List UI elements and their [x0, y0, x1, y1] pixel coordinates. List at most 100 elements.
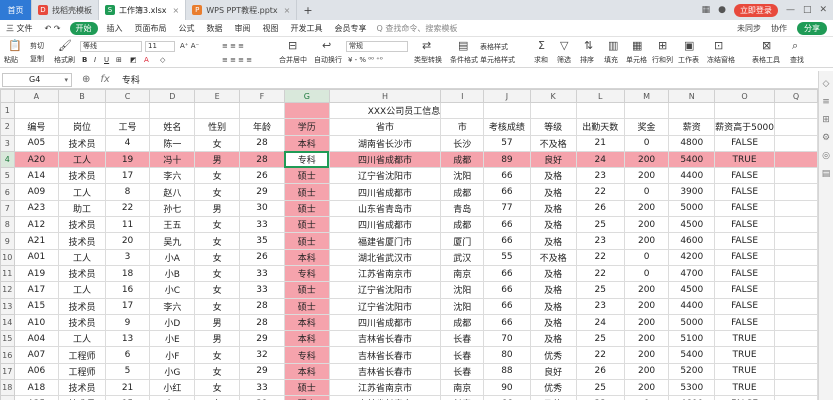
cell[interactable]: 女	[194, 346, 241, 364]
row-header[interactable]: 1	[0, 101, 15, 120]
cell[interactable]: A20	[13, 150, 60, 169]
cell[interactable]	[774, 281, 818, 299]
cell[interactable]: 李六	[149, 167, 196, 185]
cell[interactable]: 28	[239, 313, 285, 332]
zoom-search-icon[interactable]: ⊕	[82, 74, 90, 85]
column-header-f[interactable]: F	[239, 89, 285, 103]
sidebar-tool-icon[interactable]: ⚙	[819, 133, 833, 143]
cell[interactable]: 20	[104, 232, 151, 250]
row-header[interactable]: 5	[0, 167, 15, 185]
cell[interactable]	[774, 248, 818, 266]
cell[interactable]: 小H	[149, 395, 196, 400]
cell[interactable]: 青岛	[440, 199, 485, 218]
cell-button[interactable]: 单元格	[626, 55, 647, 65]
row-header[interactable]: 3	[0, 134, 15, 152]
cell[interactable]: 5000	[668, 199, 716, 218]
cell[interactable]: 26	[575, 362, 625, 381]
find-button[interactable]: 查找	[790, 55, 804, 65]
cell[interactable]: 200	[623, 346, 670, 364]
row-header[interactable]: 16	[0, 346, 15, 364]
cell[interactable]: 22	[575, 248, 625, 266]
cell[interactable]: 考核成绩	[483, 118, 531, 136]
cell[interactable]: 长春	[440, 330, 485, 348]
select-all-corner[interactable]	[0, 89, 15, 103]
font-size-select[interactable]: 11	[145, 41, 175, 52]
cell[interactable]: 本科	[283, 248, 330, 266]
row-header[interactable]: 9	[0, 232, 15, 250]
cell[interactable]	[774, 183, 818, 201]
close-icon[interactable]: ×	[173, 6, 180, 15]
menu-review[interactable]: 审阅	[229, 23, 257, 34]
font-color-icon[interactable]: A	[144, 56, 149, 64]
cell[interactable]: 及格	[529, 216, 577, 234]
cell[interactable]: 3900	[668, 183, 716, 201]
cell[interactable]	[668, 101, 716, 120]
column-header-c[interactable]: C	[104, 89, 151, 103]
fill-icon[interactable]: ▥	[608, 39, 618, 52]
cell[interactable]: 不及格	[529, 134, 577, 152]
find-icon[interactable]: ⌕	[792, 39, 798, 53]
cell[interactable]	[774, 167, 818, 185]
cell[interactable]: 四川省成都市	[328, 216, 442, 234]
cell[interactable]: FALSE	[714, 313, 775, 332]
cell[interactable]	[774, 134, 818, 152]
cell[interactable]: 0	[623, 395, 670, 400]
cell[interactable]	[13, 101, 60, 120]
cell[interactable]: 沈阳	[440, 167, 485, 185]
row-header[interactable]: 19	[0, 395, 15, 400]
cell[interactable]: 11	[104, 216, 151, 234]
cell-icon[interactable]: ▦	[632, 39, 642, 52]
cell[interactable]	[774, 379, 818, 397]
cell[interactable]: 9	[104, 313, 151, 332]
cell[interactable]: 薪资	[668, 118, 716, 136]
font-size-step-icon[interactable]: A⁺ A⁻	[180, 42, 199, 50]
cell[interactable]: 硕士	[283, 395, 330, 400]
format-painter-icon[interactable]: 🖌	[58, 39, 72, 52]
cell[interactable]: 4700	[668, 264, 716, 283]
menu-start[interactable]: 开始	[69, 21, 98, 35]
fill-button[interactable]: 填充	[604, 55, 618, 65]
cell[interactable]: 5100	[668, 330, 716, 348]
cell[interactable]: 市	[440, 118, 485, 136]
sidebar-tool-icon[interactable]: ⊞	[819, 115, 833, 125]
fill-color-icon[interactable]: ◩	[130, 56, 137, 64]
cell[interactable]: A01	[13, 248, 60, 266]
cell[interactable]: TRUE	[714, 346, 775, 364]
column-header-k[interactable]: K	[529, 89, 577, 103]
cell[interactable]: 25	[575, 281, 625, 299]
cell[interactable]: 小D	[149, 313, 196, 332]
cell[interactable]: 女	[194, 183, 241, 201]
cell[interactable]: 陈一	[149, 134, 196, 152]
cell[interactable]: 200	[623, 150, 670, 169]
cell[interactable]: 省市	[328, 118, 442, 136]
cell[interactable]: 23	[575, 395, 625, 400]
column-header-e[interactable]: E	[194, 89, 241, 103]
cell[interactable]: 男	[194, 199, 241, 218]
cell[interactable]: 4600	[668, 395, 716, 400]
cell[interactable]: 硕士	[283, 232, 330, 250]
table-tools-icon[interactable]: ⊠	[762, 39, 771, 52]
cell[interactable]: 学历	[283, 118, 330, 136]
cell[interactable]: 89	[483, 150, 531, 169]
cell[interactable]: TRUE	[714, 150, 775, 169]
tab-grid-icon[interactable]: ▦	[702, 5, 711, 15]
paste-label[interactable]: 粘贴	[4, 55, 18, 65]
column-header-q[interactable]: Q	[774, 89, 818, 103]
fx-icon[interactable]: fx	[100, 74, 109, 85]
cell[interactable]: FALSE	[714, 199, 775, 218]
cell[interactable]: 技术员	[58, 216, 106, 234]
cell[interactable]: 18	[104, 264, 151, 283]
cell[interactable]: 硕士	[283, 297, 330, 315]
cell[interactable]: 四川省成都市	[328, 313, 442, 332]
cell[interactable]	[774, 199, 818, 218]
cell[interactable]: FALSE	[714, 281, 775, 299]
sidebar-tool-icon[interactable]: ▤	[819, 169, 833, 179]
cell[interactable]: 28	[239, 134, 285, 152]
cell[interactable]: 5200	[668, 362, 716, 381]
menu-insert[interactable]: 插入	[101, 23, 129, 34]
cell[interactable]: 良好	[529, 150, 577, 169]
cell[interactable]: 4800	[668, 134, 716, 152]
cell[interactable]: 23	[575, 232, 625, 250]
sheet-title[interactable]: XXX公司员工信息	[328, 101, 442, 120]
cell[interactable]: 26	[575, 199, 625, 218]
